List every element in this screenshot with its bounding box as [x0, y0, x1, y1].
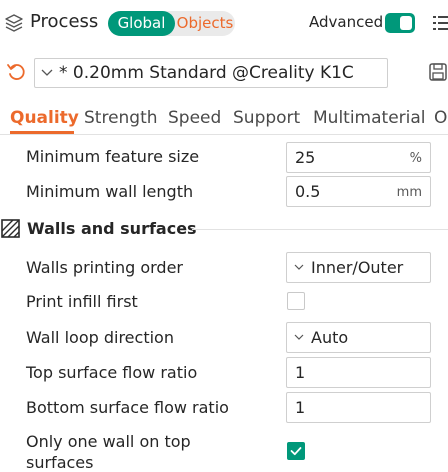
min-wall-length-unit: mm — [396, 185, 422, 200]
wall-loop-direction-select[interactable]: Auto — [286, 322, 431, 353]
min-feature-size-label: Minimum feature size — [26, 147, 200, 166]
bottom-surface-flow-ratio-value: 1 — [295, 398, 306, 417]
process-header: Process Global Objects Advanced — [0, 0, 448, 46]
bottom-surface-flow-ratio-input[interactable]: 1 — [286, 392, 431, 423]
top-surface-flow-ratio-input[interactable]: 1 — [286, 357, 431, 388]
min-feature-size-input[interactable]: 25 % — [286, 142, 431, 173]
bottom-surface-flow-ratio-label: Bottom surface flow ratio — [26, 398, 229, 417]
walls-section-title: Walls and surfaces — [27, 219, 197, 238]
panel-title: Process — [30, 11, 99, 32]
min-feature-size-value: 25 — [295, 148, 316, 167]
tab-speed[interactable]: Speed — [168, 108, 221, 128]
tab-support[interactable]: Support — [233, 108, 300, 128]
only-one-wall-top-label-line2: surfaces — [26, 453, 94, 472]
top-surface-flow-ratio-label: Top surface flow ratio — [26, 363, 198, 382]
min-feature-size-unit: % — [409, 151, 422, 166]
wall-loop-direction-label: Wall loop direction — [26, 328, 174, 347]
advanced-toggle[interactable] — [385, 13, 415, 33]
chevron-down-icon — [41, 69, 53, 76]
tab-multimaterial[interactable]: Multimaterial — [313, 108, 426, 128]
top-surface-flow-ratio-value: 1 — [295, 363, 306, 382]
tab-quality[interactable]: Quality — [10, 108, 79, 128]
preset-dropdown[interactable]: * 0.20mm Standard @Creality K1C — [34, 58, 388, 88]
only-one-wall-top-label: Only one wall on top — [26, 432, 191, 451]
settings-tabs: Quality Strength Speed Support Multimate… — [0, 108, 448, 132]
section-divider — [192, 229, 448, 230]
walls-section-icon — [1, 219, 20, 238]
print-infill-first-label: Print infill first — [26, 292, 138, 311]
walls-printing-order-select[interactable]: Inner/Outer — [286, 252, 431, 283]
list-icon[interactable] — [432, 12, 448, 34]
min-wall-length-value: 0.5 — [295, 182, 321, 201]
tabs-divider — [0, 134, 448, 135]
advanced-label: Advanced — [309, 13, 384, 31]
walls-printing-order-label: Walls printing order — [26, 258, 183, 277]
global-objects-switch[interactable]: Global Objects — [108, 11, 235, 36]
walls-printing-order-value: Inner/Outer — [311, 258, 404, 277]
print-infill-first-checkbox[interactable] — [287, 292, 305, 310]
only-one-wall-top-checkbox[interactable] — [287, 442, 305, 460]
global-tab[interactable]: Global — [108, 11, 175, 36]
chevron-down-icon — [294, 264, 304, 270]
toggle-knob — [400, 16, 412, 30]
layers-icon — [5, 14, 23, 32]
tab-others[interactable]: O — [434, 108, 447, 128]
preset-name: * 0.20mm Standard @Creality K1C — [59, 63, 354, 83]
min-wall-length-input[interactable]: 0.5 mm — [286, 176, 431, 207]
checkmark-icon — [290, 447, 302, 456]
tab-strength[interactable]: Strength — [84, 108, 158, 128]
reset-icon[interactable] — [6, 62, 26, 82]
save-icon[interactable] — [428, 62, 448, 82]
chevron-down-icon — [294, 334, 304, 340]
wall-loop-direction-value: Auto — [311, 328, 349, 347]
min-wall-length-label: Minimum wall length — [26, 182, 194, 201]
objects-tab[interactable]: Objects — [175, 11, 235, 36]
